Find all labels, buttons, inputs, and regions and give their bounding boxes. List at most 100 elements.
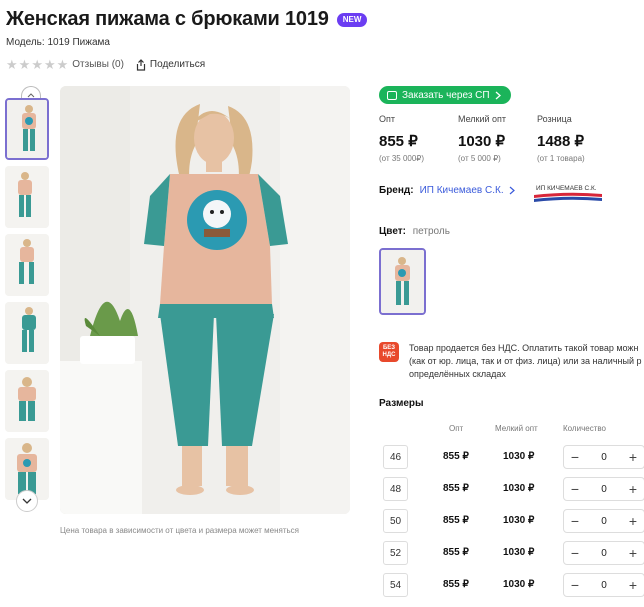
plus-icon[interactable]: +	[622, 513, 644, 529]
price-label: Розница	[537, 114, 572, 124]
size-row: 52 855 ₽ 1030 ₽ − 0 +	[383, 541, 644, 565]
brand-link[interactable]: ИП Кичемаев С.К.	[420, 185, 504, 196]
size-value: 46	[383, 445, 408, 469]
thumbnail[interactable]	[5, 302, 49, 364]
color-row: Цвет: петроль	[379, 226, 450, 237]
rating-stars[interactable]: ★ ★ ★ ★ ★	[6, 58, 68, 71]
nds-notice: БЕЗ НДС Товар продается без НДС. Оплатит…	[379, 342, 644, 381]
minus-icon[interactable]: −	[564, 577, 586, 593]
nds-badge-line1: БЕЗ	[382, 345, 396, 352]
thumbnail[interactable]	[5, 234, 49, 296]
quantity-stepper: − 0 +	[563, 477, 644, 501]
minus-icon[interactable]: −	[564, 513, 586, 529]
sizes-title: Размеры	[379, 398, 424, 409]
thumbnail-image	[5, 302, 49, 364]
quantity-stepper: − 0 +	[563, 509, 644, 533]
thumbnail-image	[5, 370, 49, 432]
color-label: Цвет:	[379, 226, 406, 237]
price-value: 1030 ₽	[458, 133, 506, 150]
plus-icon[interactable]: +	[622, 545, 644, 561]
size-value: 54	[383, 573, 408, 597]
star-icon[interactable]: ★	[6, 58, 18, 71]
star-icon[interactable]: ★	[31, 58, 43, 71]
brand-row: Бренд: ИП Кичемаев С.К.	[379, 185, 516, 196]
rating-row: ★ ★ ★ ★ ★ Отзывы (0) Поделиться	[6, 58, 205, 71]
quantity-input[interactable]: 0	[586, 548, 622, 559]
size-value: 48	[383, 477, 408, 501]
size-small-price: 1030 ₽	[503, 547, 535, 558]
share-label: Поделиться	[149, 59, 206, 70]
thumbnail-image	[5, 166, 49, 228]
price-tiers: Опт 855 ₽ (от 35 000₽) Мелкий опт 1030 ₽…	[379, 114, 616, 163]
size-small-price: 1030 ₽	[503, 483, 535, 494]
header-opt: Опт	[449, 424, 464, 433]
nds-badge: БЕЗ НДС	[379, 342, 399, 362]
reviews-link[interactable]: Отзывы (0)	[72, 59, 124, 70]
share-icon	[136, 58, 146, 71]
size-opt-price: 855 ₽	[443, 515, 469, 526]
quantity-stepper: − 0 +	[563, 541, 644, 565]
price-caption: Цена товара в зависимости от цвета и раз…	[60, 526, 300, 535]
header-small-opt: Мелкий опт	[495, 424, 538, 433]
price-value: 1488 ₽	[537, 133, 585, 150]
chevron-down-icon	[22, 498, 32, 504]
size-small-price: 1030 ₽	[503, 579, 535, 590]
size-opt-price: 855 ₽	[443, 483, 469, 494]
share-button[interactable]: Поделиться	[136, 58, 206, 71]
quantity-stepper: − 0 +	[563, 573, 644, 597]
thumbnail-image	[5, 234, 49, 296]
price-note: (от 5 000 ₽)	[458, 154, 501, 163]
new-badge: NEW	[336, 12, 368, 27]
star-icon[interactable]: ★	[44, 58, 56, 71]
product-photo	[60, 86, 350, 514]
plus-icon[interactable]: +	[622, 481, 644, 497]
price-label: Мелкий опт	[458, 114, 507, 124]
thumbnail[interactable]	[5, 166, 49, 228]
brand-logo[interactable]: ИП КИЧЕМАЕВ С.К.	[534, 179, 602, 203]
svg-text:ИП КИЧЕМАЕВ С.К.: ИП КИЧЕМАЕВ С.К.	[536, 185, 597, 192]
quantity-input[interactable]: 0	[586, 580, 622, 591]
size-opt-price: 855 ₽	[443, 547, 469, 558]
quantity-input[interactable]: 0	[586, 484, 622, 495]
color-swatch[interactable]	[379, 248, 426, 315]
brand-label: Бренд:	[379, 185, 414, 196]
star-icon[interactable]: ★	[19, 58, 31, 71]
swatch-image	[381, 250, 424, 313]
minus-icon[interactable]: −	[564, 545, 586, 561]
quantity-input[interactable]: 0	[586, 516, 622, 527]
brand-logo-image: ИП КИЧЕМАЕВ С.К.	[534, 179, 602, 203]
thumbs-scroll-up[interactable]	[21, 86, 41, 98]
nds-badge-line2: НДС	[382, 352, 396, 358]
plus-icon[interactable]: +	[622, 449, 644, 465]
main-product-image[interactable]	[60, 86, 350, 514]
size-row: 54 855 ₽ 1030 ₽ − 0 +	[383, 573, 644, 597]
price-label: Опт	[379, 114, 395, 124]
product-model: Модель: 1019 Пижама	[6, 37, 110, 48]
price-tier: Мелкий опт 1030 ₽ (от 5 000 ₽)	[458, 114, 537, 163]
price-value: 855 ₽	[379, 133, 418, 150]
size-opt-price: 855 ₽	[443, 579, 469, 590]
color-value: петроль	[412, 226, 450, 237]
size-small-price: 1030 ₽	[503, 515, 535, 526]
minus-icon[interactable]: −	[564, 449, 586, 465]
size-row: 46 855 ₽ 1030 ₽ − 0 +	[383, 445, 644, 469]
nds-text: Товар продается без НДС. Оплатить такой …	[409, 343, 642, 379]
order-sp-button[interactable]: Заказать через СП	[379, 86, 511, 104]
thumbnail[interactable]	[5, 98, 49, 160]
size-row: 48 855 ₽ 1030 ₽ − 0 +	[383, 477, 644, 501]
star-icon[interactable]: ★	[57, 58, 69, 71]
size-value: 52	[383, 541, 408, 565]
price-tier: Опт 855 ₽ (от 35 000₽)	[379, 114, 458, 163]
size-opt-price: 855 ₽	[443, 451, 469, 462]
price-note: (от 35 000₽)	[379, 154, 425, 163]
thumbs-scroll-down[interactable]	[16, 490, 38, 512]
chevron-right-icon	[495, 91, 501, 99]
plus-icon[interactable]: +	[622, 577, 644, 593]
minus-icon[interactable]: −	[564, 481, 586, 497]
thumbnail-image	[7, 100, 47, 158]
thumbnail[interactable]	[5, 370, 49, 432]
price-note: (от 1 товара)	[537, 154, 585, 163]
price-tier: Розница 1488 ₽ (от 1 товара)	[537, 114, 616, 163]
quantity-input[interactable]: 0	[586, 452, 622, 463]
size-small-price: 1030 ₽	[503, 451, 535, 462]
